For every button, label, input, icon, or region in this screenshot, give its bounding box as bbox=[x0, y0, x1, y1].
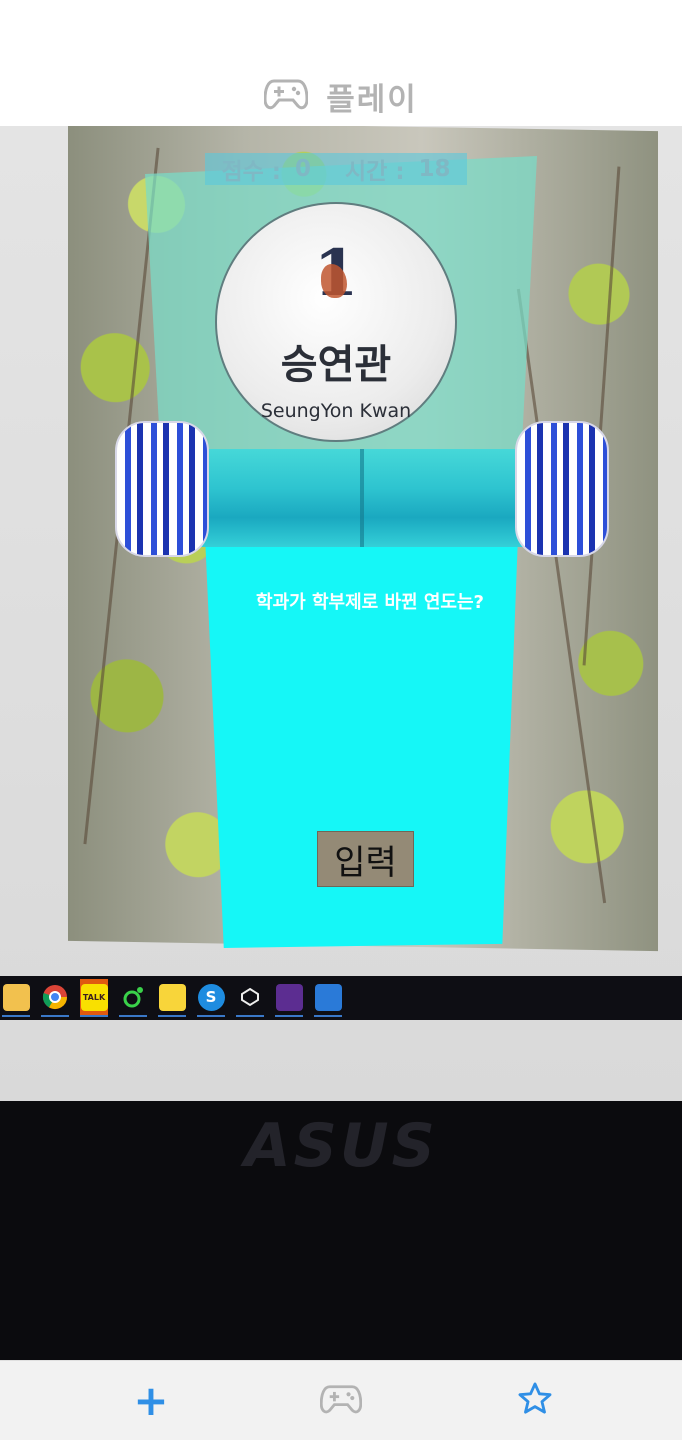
taskbar-skype: S bbox=[197, 979, 225, 1017]
skype-icon: S bbox=[197, 983, 225, 1011]
taskbar-chrome bbox=[41, 979, 69, 1017]
laptop-brand-logo: ASUS bbox=[244, 1111, 438, 1181]
taskbar-visual-studio bbox=[275, 979, 303, 1017]
taskbar-sticky-notes bbox=[158, 979, 186, 1017]
app-header: 플레이 bbox=[0, 0, 682, 126]
quiz-question: 학과가 학부제로 바뀐 연도는? bbox=[256, 592, 484, 613]
photos-icon bbox=[314, 983, 342, 1011]
taskbar-photos bbox=[314, 979, 342, 1017]
scroll-end-cap-left bbox=[115, 421, 209, 557]
header-title-group: 플레이 bbox=[0, 72, 682, 120]
favorites-button[interactable] bbox=[480, 1361, 590, 1441]
play-tab[interactable] bbox=[286, 1361, 396, 1441]
app-icon bbox=[120, 984, 147, 1011]
gamepad-icon bbox=[319, 1383, 363, 1419]
visual-studio-icon bbox=[275, 983, 303, 1011]
add-button[interactable]: + bbox=[96, 1361, 206, 1441]
ar-camera-view[interactable]: 점수 : 0 시간 : 18 1 승연관 SeungYon Kwan 학과가 학… bbox=[0, 126, 682, 1360]
taskbar-kakaotalk: TALK bbox=[80, 979, 108, 1017]
taskbar-unity bbox=[236, 979, 264, 1017]
file-explorer-icon bbox=[2, 983, 30, 1011]
monitor-screen: 점수 : 0 시간 : 18 1 승연관 SeungYon Kwan 학과가 학… bbox=[0, 126, 682, 1101]
score-label: 점수 : bbox=[221, 159, 281, 185]
scroll-seam bbox=[360, 449, 364, 547]
gamepad-icon bbox=[263, 77, 309, 115]
answer-input-button[interactable]: 입력 bbox=[317, 831, 414, 887]
building-sign: 1 승연관 SeungYon Kwan bbox=[215, 202, 457, 442]
plus-icon: + bbox=[133, 1376, 169, 1425]
building-name-english: SeungYon Kwan bbox=[260, 400, 412, 422]
building-name-korean: 승연관 bbox=[280, 342, 392, 388]
time-label: 시간 : bbox=[345, 159, 405, 185]
bottom-navigation: + bbox=[0, 1360, 682, 1440]
kakaotalk-icon: TALK bbox=[80, 983, 108, 1011]
score-value: 0 bbox=[294, 156, 311, 182]
taskbar-file-explorer bbox=[2, 979, 30, 1017]
desktop-taskbar: TALK S bbox=[0, 976, 682, 1020]
star-icon bbox=[516, 1380, 554, 1422]
sticky-notes-icon bbox=[158, 983, 186, 1011]
score-time-hud: 점수 : 0 시간 : 18 bbox=[205, 153, 467, 185]
taskbar-app bbox=[119, 979, 147, 1017]
unity-icon bbox=[237, 984, 264, 1011]
page-title: 플레이 bbox=[326, 81, 418, 118]
chrome-icon bbox=[42, 984, 69, 1011]
scroll-roller bbox=[190, 449, 530, 547]
scroll-end-cap-right bbox=[515, 421, 609, 557]
time-value: 18 bbox=[418, 156, 451, 182]
